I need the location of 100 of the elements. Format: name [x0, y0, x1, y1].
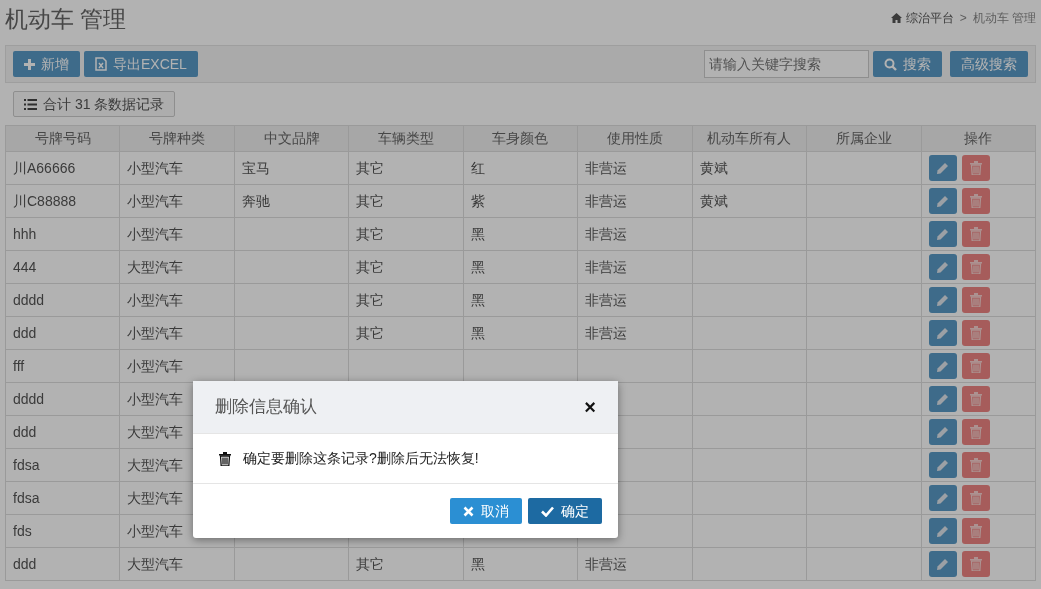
delete-button[interactable] [961, 517, 990, 544]
delete-button[interactable] [961, 220, 990, 247]
trash-icon [969, 259, 982, 274]
check-icon [541, 505, 554, 517]
trash-icon [969, 457, 982, 472]
pencil-icon [936, 392, 949, 406]
pencil-icon [936, 161, 949, 175]
pencil-icon [936, 260, 949, 274]
table-cell: 444 [5, 250, 120, 284]
delete-button[interactable] [961, 286, 990, 313]
trash-icon [969, 424, 982, 439]
pencil-icon [936, 425, 949, 439]
column-header: 车身颜色 [463, 125, 578, 152]
table-cell: 黑 [463, 316, 578, 350]
delete-button[interactable] [961, 352, 990, 379]
column-header: 操作 [921, 125, 1036, 152]
table-cell: 紫 [463, 184, 578, 218]
pencil-icon [936, 326, 949, 340]
toolbar-button[interactable]: 导出EXCEL [84, 51, 198, 77]
home-icon [890, 12, 902, 23]
spreadsheet-file-icon [95, 57, 107, 71]
table-cell: 小型汽车 [119, 316, 235, 350]
edit-button[interactable] [928, 386, 957, 413]
table-cell: 其它 [348, 547, 464, 581]
trash-icon [969, 358, 982, 373]
table-cell: 大型汽车 [119, 547, 235, 581]
delete-button[interactable] [961, 154, 990, 181]
table-cell: 奔驰 [234, 184, 349, 218]
delete-button[interactable] [961, 550, 990, 577]
table-cell: 其它 [348, 184, 464, 218]
breadcrumb-link[interactable]: 综治平台 [890, 8, 954, 27]
pencil-icon [936, 557, 949, 571]
cross-icon [463, 505, 474, 517]
edit-button[interactable] [928, 254, 957, 281]
table-cell: 其它 [348, 283, 464, 317]
edit-button[interactable] [928, 353, 957, 380]
pencil-icon [936, 227, 949, 241]
delete-button[interactable] [961, 253, 990, 280]
edit-button[interactable] [928, 518, 957, 545]
delete-button[interactable] [961, 451, 990, 478]
close-button[interactable]: × [584, 397, 596, 417]
table-cell: ddd [5, 316, 120, 350]
delete-button[interactable] [961, 385, 990, 412]
table-cell: 非营运 [577, 184, 693, 218]
table-cell: 大型汽车 [119, 250, 235, 284]
pencil-icon [936, 359, 949, 373]
delete-button[interactable] [961, 319, 990, 346]
table-cell: fds [5, 514, 120, 548]
table-cell: 黄斌 [692, 151, 807, 185]
table-cell: 小型汽车 [119, 283, 235, 317]
search-button[interactable]: 搜索 [873, 51, 942, 77]
record-count-button[interactable]: 合计 31 条数据记录 [13, 91, 176, 117]
table-cell: 非营运 [577, 316, 693, 350]
table-cell: 黑 [463, 547, 578, 581]
table-cell: ddd [5, 547, 120, 581]
pencil-icon [936, 458, 949, 472]
table-cell: fff [5, 349, 120, 383]
delete-button[interactable] [961, 484, 990, 511]
table-cell: 黑 [463, 283, 578, 317]
edit-button[interactable] [928, 287, 957, 314]
trash-icon [969, 193, 982, 208]
plus-icon [24, 58, 35, 70]
search-field[interactable]: 请输入关键字搜索 [704, 50, 869, 78]
column-header: 使用性质 [577, 125, 693, 152]
delete-button[interactable] [961, 418, 990, 445]
trash-icon [969, 391, 982, 406]
table-cell: 宝马 [234, 151, 349, 185]
table-cell: 川A66666 [5, 151, 120, 185]
trash-icon [969, 556, 982, 571]
table-cell: 川C88888 [5, 184, 120, 218]
table-cell: 非营运 [577, 217, 693, 251]
edit-button[interactable] [928, 188, 957, 215]
edit-button[interactable] [928, 485, 957, 512]
delete-button[interactable] [961, 187, 990, 214]
table-cell: 非营运 [577, 250, 693, 284]
edit-button[interactable] [928, 320, 957, 347]
edit-button[interactable] [928, 452, 957, 479]
pencil-icon [936, 293, 949, 307]
table-cell: hhh [5, 217, 120, 251]
column-header: 号牌号码 [5, 125, 120, 152]
dialog-message: 确定要删除这条记录?删除后无法恢复! [243, 449, 479, 468]
table-cell: 非营运 [577, 547, 693, 581]
toolbar-button[interactable]: 新增 [13, 51, 80, 77]
edit-button[interactable] [928, 155, 957, 182]
cancel-button[interactable]: 取消 [450, 498, 522, 524]
page-title: 机动车 管理 [5, 5, 127, 34]
table-cell: 黄斌 [692, 184, 807, 218]
table-cell: fdsa [5, 481, 120, 515]
edit-button[interactable] [928, 551, 957, 578]
edit-button[interactable] [928, 419, 957, 446]
advanced-search-button[interactable]: 高级搜索 [950, 51, 1028, 77]
confirm-button[interactable]: 确定 [528, 498, 602, 524]
table-cell: 小型汽车 [119, 184, 235, 218]
trash-icon [219, 451, 231, 466]
trash-icon [969, 292, 982, 307]
edit-button[interactable] [928, 221, 957, 248]
trash-icon [969, 523, 982, 538]
table-cell: 其它 [348, 316, 464, 350]
column-header: 中文品牌 [234, 125, 349, 152]
column-header: 所属企业 [806, 125, 921, 152]
